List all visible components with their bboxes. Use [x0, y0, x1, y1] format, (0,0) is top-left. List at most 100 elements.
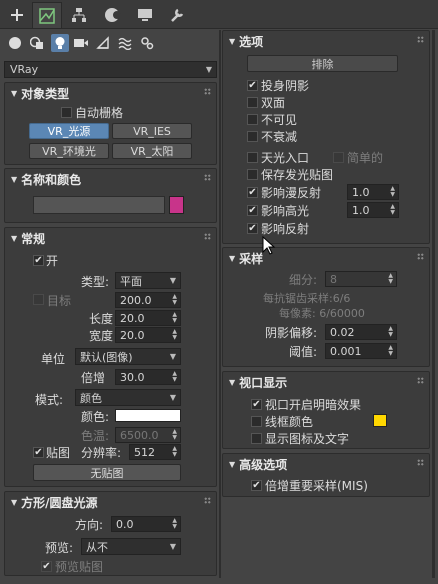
rollout-header[interactable]: ▼ 名称和颜色	[5, 169, 216, 189]
subdivs-spinner[interactable]: 8 ▲ ▼	[325, 271, 397, 287]
affect-specular-spinner[interactable]: 1.0 ▲ ▼	[347, 202, 399, 218]
preview-map-label: 预览贴图	[55, 560, 104, 574]
left-scrollbar[interactable]	[219, 30, 221, 578]
spinner-arrows-icon[interactable]: ▲ ▼	[390, 186, 395, 198]
skylight-portal-label: 天光入口	[261, 151, 310, 165]
spinner-arrows-icon[interactable]: ▲ ▼	[388, 326, 393, 338]
geometry-icon[interactable]	[6, 34, 24, 52]
rollout-header[interactable]: ▼ 常规	[5, 228, 216, 248]
drag-handle-icon[interactable]	[417, 459, 424, 466]
drag-handle-icon[interactable]	[204, 88, 211, 95]
vray-sun-button[interactable]: VR_太阳	[112, 143, 192, 159]
no-map-button[interactable]: 无贴图	[33, 464, 181, 481]
spinner-arrows-icon[interactable]: ▲ ▼	[388, 345, 393, 357]
simple-checkbox[interactable]	[333, 152, 344, 163]
mode-dropdown[interactable]: 颜色 ▼	[75, 389, 181, 406]
collapse-arrow-icon: ▼	[11, 497, 18, 507]
affect-diffuse-checkbox[interactable]: ✔	[247, 187, 258, 198]
drag-handle-icon[interactable]	[204, 497, 211, 504]
mis-checkbox[interactable]: ✔	[251, 480, 262, 491]
temperature-label: 色温:	[81, 429, 110, 443]
object-type-rollout: ▼ 对象类型 自动栅格 VR_光源 VR_IES VR_环境光 VR_太阳	[4, 82, 217, 165]
skylight-portal-checkbox[interactable]	[247, 152, 258, 163]
spinner-arrows-icon[interactable]: ▲ ▼	[172, 294, 177, 306]
viewport-shading-checkbox[interactable]: ✔	[251, 399, 262, 410]
spinner-arrows-icon[interactable]: ▲ ▼	[172, 329, 177, 341]
show-icon-text-checkbox[interactable]	[251, 433, 262, 444]
cast-shadows-checkbox[interactable]: ✔	[247, 80, 258, 91]
temperature-spinner[interactable]: 6500.0 ▲ ▼	[115, 427, 181, 443]
utilities-icon[interactable]	[162, 2, 192, 28]
target-distance-spinner[interactable]: 200.0 ▲ ▼	[115, 292, 181, 308]
drag-handle-icon[interactable]	[417, 253, 424, 260]
systems-icon[interactable]	[138, 34, 156, 52]
rollout-header[interactable]: ▼ 高级选项	[223, 454, 429, 474]
drag-handle-icon[interactable]	[204, 233, 211, 240]
object-color-swatch[interactable]	[169, 196, 184, 214]
shapes-icon[interactable]	[28, 34, 46, 52]
display-icon[interactable]	[130, 2, 160, 28]
target-checkbox[interactable]	[33, 294, 44, 305]
affect-reflections-checkbox[interactable]: ✔	[247, 223, 258, 234]
units-dropdown[interactable]: 默认(图像) ▼	[75, 348, 181, 365]
store-irradiance-checkbox[interactable]	[247, 169, 258, 180]
spinner-arrows-icon[interactable]: ▲ ▼	[172, 312, 177, 324]
exclude-button[interactable]: 排除	[247, 55, 398, 72]
hierarchy-icon[interactable]	[64, 2, 94, 28]
spinner-arrows-icon[interactable]: ▲ ▼	[172, 518, 177, 530]
motion-icon[interactable]	[98, 2, 128, 28]
preview-map-checkbox[interactable]: ✔	[41, 561, 52, 572]
dropdown-value: VRay	[10, 63, 39, 76]
resolution-spinner[interactable]: 512 ▲ ▼	[129, 444, 181, 460]
spacewarps-icon[interactable]	[116, 34, 134, 52]
pixel-samples-text: 每像素: 6/60000	[279, 307, 365, 320]
drag-handle-icon[interactable]	[417, 36, 424, 43]
multiplier-spinner[interactable]: 30.0 ▲ ▼	[115, 369, 181, 385]
length-label: 长度	[89, 312, 114, 326]
light-type-dropdown[interactable]: 平面 ▼	[115, 272, 181, 289]
drag-handle-icon[interactable]	[417, 377, 424, 384]
spinner-arrows-icon[interactable]: ▲ ▼	[388, 273, 393, 285]
affect-specular-checkbox[interactable]: ✔	[247, 205, 258, 216]
no-decay-checkbox[interactable]	[247, 131, 258, 142]
length-spinner[interactable]: 20.0 ▲ ▼	[115, 310, 181, 326]
affect-diffuse-spinner[interactable]: 1.0 ▲ ▼	[347, 184, 399, 200]
name-color-rollout: ▼ 名称和颜色	[4, 168, 217, 223]
light-category-dropdown[interactable]: VRay ▼	[4, 61, 217, 78]
right-scrollbar[interactable]	[432, 30, 435, 578]
vray-light-button[interactable]: VR_光源	[29, 123, 109, 139]
modify-icon[interactable]	[32, 2, 62, 28]
helpers-icon[interactable]	[94, 34, 112, 52]
wire-color-label: 线框颜色	[265, 415, 314, 429]
light-on-checkbox[interactable]: ✔	[33, 255, 44, 266]
lights-icon[interactable]	[51, 34, 69, 52]
rollout-header[interactable]: ▼ 对象类型	[5, 83, 216, 103]
rollout-header[interactable]: ▼ 视口显示	[223, 372, 429, 392]
directional-spinner[interactable]: 0.0 ▲ ▼	[111, 516, 181, 532]
spinner-arrows-icon[interactable]: ▲ ▼	[172, 446, 177, 458]
create-icon[interactable]	[2, 2, 32, 28]
rollout-header[interactable]: ▼ 选项	[223, 31, 429, 51]
spinner-arrows-icon[interactable]: ▲ ▼	[390, 204, 395, 216]
object-name-field[interactable]	[33, 196, 165, 214]
wire-color-swatch[interactable]	[373, 414, 387, 427]
autogrid-checkbox[interactable]	[61, 107, 72, 118]
double-sided-checkbox[interactable]	[247, 97, 258, 108]
target-label: 目标	[47, 294, 72, 308]
invisible-checkbox[interactable]	[247, 114, 258, 125]
spinner-arrows-icon[interactable]: ▲ ▼	[172, 429, 177, 441]
vray-ies-button[interactable]: VR_IES	[112, 123, 192, 139]
cutoff-spinner[interactable]: 0.001 ▲ ▼	[325, 343, 397, 359]
drag-handle-icon[interactable]	[204, 174, 211, 181]
rollout-header[interactable]: ▼ 采样	[223, 248, 429, 268]
texture-checkbox[interactable]: ✔	[33, 447, 44, 458]
width-spinner[interactable]: 20.0 ▲ ▼	[115, 327, 181, 343]
cameras-icon[interactable]	[72, 34, 90, 52]
wire-color-checkbox[interactable]	[251, 416, 262, 427]
spinner-arrows-icon[interactable]: ▲ ▼	[172, 371, 177, 383]
light-color-swatch[interactable]	[115, 409, 181, 422]
rollout-header[interactable]: ▼ 方形/圆盘光源	[5, 492, 216, 512]
vray-ambient-button[interactable]: VR_环境光	[29, 143, 109, 159]
preview-dropdown[interactable]: 从不 ▼	[81, 538, 181, 555]
shadow-bias-spinner[interactable]: 0.02 ▲ ▼	[325, 324, 397, 340]
